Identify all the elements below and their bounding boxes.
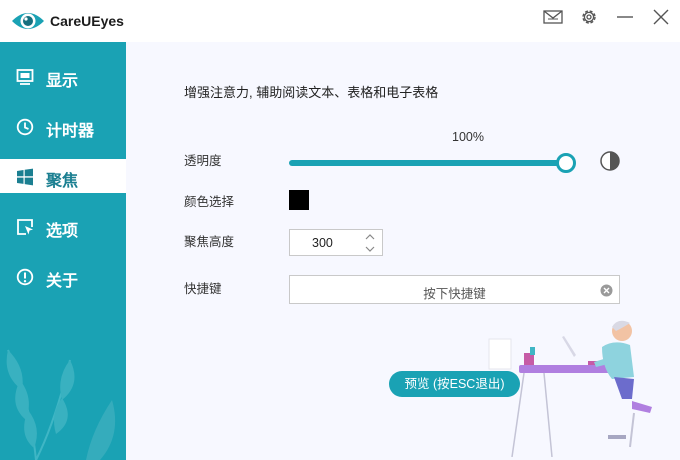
app-title: CareUEyes — [50, 13, 124, 29]
focus-panel: 增强注意力, 辅助阅读文本、表格和电子表格 100% 透明度 颜色选择 聚焦高度… — [126, 42, 680, 460]
hotkey-placeholder: 按下快捷键 — [423, 287, 486, 301]
feedback-button[interactable] — [540, 6, 566, 28]
mail-icon — [543, 10, 563, 24]
transparency-label: 透明度 — [184, 154, 222, 168]
transparency-slider-thumb[interactable] — [556, 153, 576, 173]
sidebar-item-label: 显示 — [46, 73, 79, 90]
color-swatch[interactable] — [289, 190, 309, 210]
height-spinbox[interactable]: 300 — [289, 229, 383, 256]
sidebar-item-options[interactable]: 选项 — [0, 209, 126, 243]
hotkey-label: 快捷键 — [184, 282, 222, 296]
contrast-icon[interactable] — [599, 150, 621, 172]
sidebar: 显示 计时器 聚焦 选项 关于 — [0, 42, 126, 460]
color-label: 颜色选择 — [184, 195, 235, 209]
sidebar-item-display[interactable]: 显示 — [0, 59, 126, 93]
eye-logo-icon — [12, 13, 44, 29]
sidebar-item-focus[interactable]: 聚焦 — [0, 159, 126, 193]
close-button[interactable] — [648, 6, 674, 28]
focus-description: 增强注意力, 辅助阅读文本、表格和电子表格 — [184, 85, 439, 100]
close-icon — [653, 9, 669, 25]
plant-decoration — [6, 349, 116, 460]
monitor-icon — [16, 69, 34, 85]
minimize-button[interactable] — [612, 6, 638, 28]
clear-icon[interactable] — [600, 284, 613, 297]
title-bar: CareUEyes — [0, 0, 680, 42]
chevron-down-icon[interactable] — [364, 244, 376, 254]
preview-button[interactable]: 预览 (按ESC退出) — [389, 371, 520, 397]
settings-button[interactable] — [576, 6, 602, 28]
sidebar-item-label: 计时器 — [46, 123, 95, 140]
windows-icon — [17, 168, 33, 186]
clock-icon — [16, 118, 34, 136]
height-value[interactable]: 300 — [312, 236, 333, 250]
chevron-up-icon[interactable] — [364, 232, 376, 242]
sidebar-item-label: 聚焦 — [46, 173, 79, 190]
transparency-slider-track[interactable] — [289, 160, 567, 166]
gear-icon — [582, 10, 596, 24]
height-label: 聚焦高度 — [184, 235, 235, 249]
sidebar-item-timer[interactable]: 计时器 — [0, 109, 126, 143]
hotkey-input[interactable]: 按下快捷键 — [289, 275, 620, 304]
sidebar-item-label: 选项 — [46, 223, 79, 240]
minimize-icon — [617, 16, 633, 18]
transparency-value: 100% — [452, 130, 484, 144]
cursor-box-icon — [17, 219, 33, 235]
